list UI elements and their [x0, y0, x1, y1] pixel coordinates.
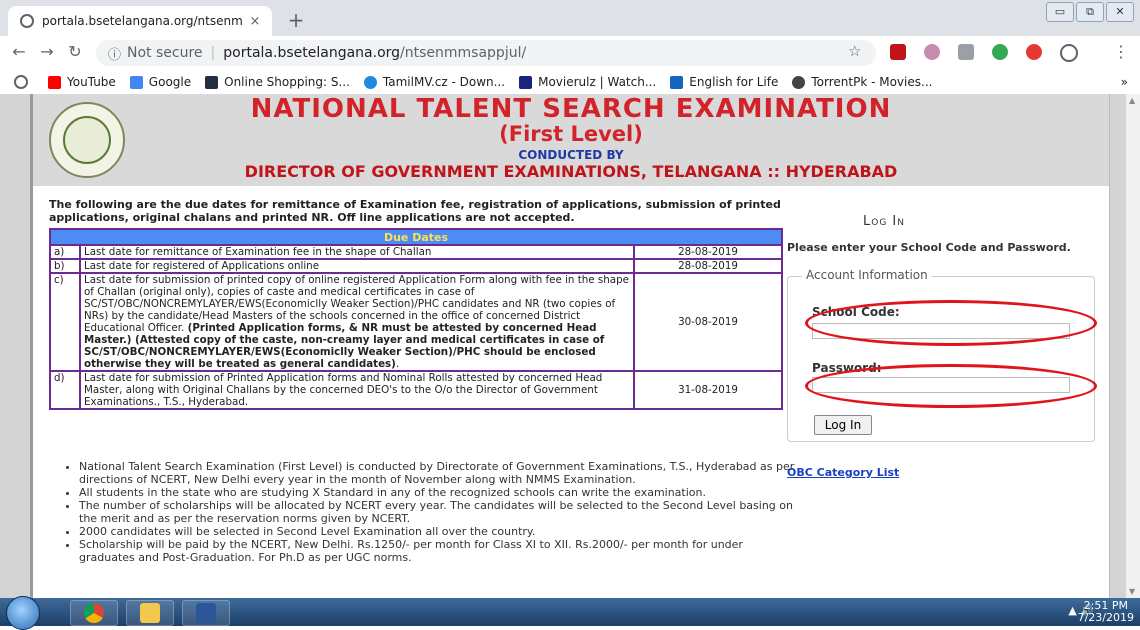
conducted-by: CONDUCTED BY	[518, 148, 624, 162]
english-icon	[670, 75, 684, 89]
url-path: /ntsenmmsappjul/	[400, 45, 527, 61]
folder-icon	[140, 603, 160, 623]
table-row: a) Last date for remittance of Examinati…	[49, 244, 783, 260]
new-tab-button[interactable]: +	[284, 8, 308, 32]
page-header: NATIONAL TALENT SEARCH EXAMINATION (Firs…	[33, 94, 1109, 186]
taskbar-word[interactable]	[182, 600, 230, 626]
more-bookmarks-icon[interactable]: »	[1121, 75, 1128, 89]
movierulz-icon	[519, 75, 533, 89]
globe-icon	[792, 75, 806, 89]
separator: |	[210, 45, 216, 61]
maximize-button[interactable]: ⧉	[1076, 2, 1104, 22]
director-line: DIRECTOR OF GOVERNMENT EXAMINATIONS, TEL…	[244, 162, 898, 181]
close-tab-icon[interactable]: ×	[246, 14, 264, 29]
globe-icon	[20, 14, 34, 28]
annotation-circle	[805, 364, 1097, 408]
clock-date: 7/23/2019	[1077, 611, 1134, 624]
page-subtitle: (First Level)	[499, 122, 643, 146]
word-icon	[196, 603, 216, 623]
chrome-icon	[84, 603, 104, 623]
address-bar[interactable]: ⓘ Not secure | portala.bsetelangana.org …	[96, 40, 876, 66]
table-row: b) Last date for registered of Applicati…	[49, 258, 783, 274]
tab-strip: portala.bsetelangana.org/ntsenm × + ▭ ⧉ …	[0, 0, 1140, 36]
tab-title: portala.bsetelangana.org/ntsenm	[42, 14, 243, 28]
menu-icon[interactable]: ⋮	[1110, 42, 1132, 61]
scroll-down-icon[interactable]: ▼	[1129, 587, 1135, 596]
due-dates-table: Due Dates a) Last date for remittance of…	[49, 228, 783, 410]
bookmark-movierulz[interactable]: Movierulz | Watch...	[519, 75, 656, 89]
list-item: National Talent Search Examination (Firs…	[79, 460, 799, 486]
security-label: Not secure	[127, 45, 203, 61]
extension-icon[interactable]	[992, 44, 1008, 60]
bookmark-google[interactable]: Google	[129, 75, 191, 89]
taskbar-clock[interactable]: 2:51 PM 7/23/2019	[1078, 600, 1134, 624]
amazon-icon	[205, 75, 219, 89]
bookmark-amazon[interactable]: Online Shopping: S...	[205, 75, 350, 89]
bookmark-english-for-life[interactable]: English for Life	[670, 75, 778, 89]
login-button[interactable]: Log In	[814, 415, 872, 435]
scroll-up-icon[interactable]: ▲	[1129, 96, 1135, 105]
fieldset-legend: Account Information	[802, 268, 932, 282]
youtube-icon	[48, 75, 61, 89]
apps-icon[interactable]	[14, 75, 34, 89]
windows-taskbar: ▲ 🔊 2:51 PM 7/23/2019	[0, 596, 1140, 630]
info-icon[interactable]: ⓘ	[108, 44, 121, 63]
intro-text: The following are the due dates for remi…	[49, 198, 781, 224]
page-title: NATIONAL TALENT SEARCH EXAMINATION	[250, 94, 892, 124]
list-item: All students in the state who are studyi…	[79, 486, 799, 499]
reload-icon[interactable]: ↻	[64, 42, 86, 61]
extension-icon[interactable]	[924, 44, 940, 60]
back-arrow-icon[interactable]: ←	[8, 42, 30, 61]
annotation-circle	[805, 300, 1097, 346]
start-button[interactable]	[6, 596, 40, 630]
minimize-button[interactable]: ▭	[1046, 2, 1074, 22]
table-row: d) Last date for submission of Printed A…	[49, 370, 783, 410]
obc-category-list-link[interactable]: OBC Category List	[787, 466, 899, 479]
bookmark-youtube[interactable]: YouTube	[48, 75, 116, 89]
page-content: NATIONAL TALENT SEARCH EXAMINATION (Firs…	[30, 94, 1110, 598]
table-row: c) Last date for submission of printed c…	[49, 272, 783, 372]
list-item: Scholarship will be paid by the NCERT, N…	[79, 538, 799, 564]
list-item: 2000 candidates will be selected in Seco…	[79, 525, 799, 538]
login-title: Log In	[863, 214, 905, 229]
list-item: The number of scholarships will be alloc…	[79, 499, 799, 525]
vertical-scrollbar[interactable]: ▲ ▼	[1126, 94, 1140, 598]
extension-icon[interactable]	[958, 44, 974, 60]
info-list: National Talent Search Examination (Firs…	[63, 460, 799, 564]
bookmarks-bar: YouTube Google Online Shopping: S... Tam…	[0, 70, 1140, 95]
profile-icon[interactable]	[1060, 44, 1078, 62]
web-page: NATIONAL TALENT SEARCH EXAMINATION (Firs…	[0, 94, 1140, 598]
taskbar-explorer[interactable]	[126, 600, 174, 626]
url-domain: portala.bsetelangana.org	[223, 45, 401, 61]
table-heading: Due Dates	[49, 228, 783, 246]
google-icon	[129, 75, 143, 89]
bookmark-torrentpk[interactable]: TorrentPk - Movies...	[792, 75, 932, 89]
taskbar-chrome[interactable]	[70, 600, 118, 626]
extension-icon[interactable]	[890, 44, 906, 60]
login-prompt: Please enter your School Code and Passwo…	[787, 241, 1071, 254]
window-controls: ▭ ⧉ ✕	[1046, 2, 1134, 22]
bookmark-star-icon[interactable]: ☆	[848, 42, 861, 60]
browser-tab[interactable]: portala.bsetelangana.org/ntsenm ×	[8, 6, 272, 36]
opera-extension-icon[interactable]	[1026, 44, 1042, 60]
play-icon	[363, 75, 377, 89]
navigation-bar: ← → ↻ ⓘ Not secure | portala.bsetelangan…	[0, 36, 1140, 71]
forward-arrow-icon[interactable]: →	[36, 42, 58, 61]
bookmark-tamilmv[interactable]: TamilMV.cz - Down...	[363, 75, 505, 89]
close-window-button[interactable]: ✕	[1106, 2, 1134, 22]
